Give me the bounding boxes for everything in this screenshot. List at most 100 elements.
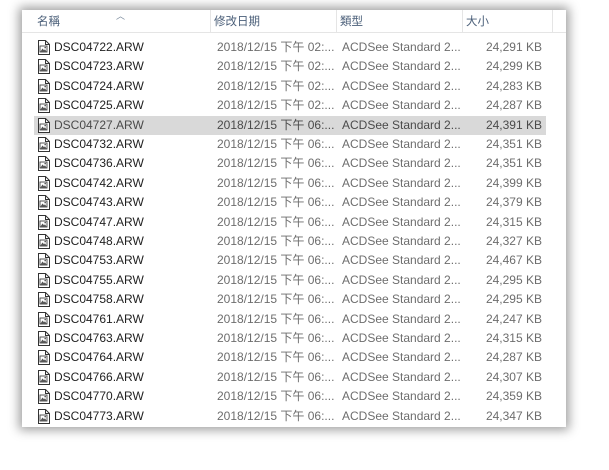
file-row[interactable]: DSC04770.ARW 2018/12/15 下午 06:... ACDSee S… [34, 387, 546, 406]
file-type: ACDSee Standard 2... [342, 234, 460, 248]
file-row[interactable]: DSC04743.ARW 2018/12/15 下午 06:... ACDSee S… [34, 193, 546, 212]
raw-image-file-icon [37, 389, 50, 405]
file-size: 24,327 KB [485, 234, 542, 248]
raw-image-file-icon [37, 408, 50, 424]
column-header-type[interactable]: 類型 [337, 10, 463, 32]
file-size: 24,379 KB [485, 195, 542, 210]
file-row[interactable]: DSC04748.ARW 2018/12/15 下午 06:... ACDSee S… [34, 232, 546, 251]
file-name: DSC04755.ARW [54, 272, 144, 287]
file-size: 24,283 KB [485, 78, 542, 93]
raw-image-file-icon [37, 234, 50, 249]
file-type: ACDSee Standard 2... [342, 292, 460, 307]
file-row[interactable]: DSC04736.ARW 2018/12/15 下午 06:... ACDSee S… [34, 154, 546, 173]
file-type: ACDSee Standard 2... [342, 137, 460, 151]
file-row[interactable]: DSC04723.ARW 2018/12/15 下午 02:... ACDSee S… [34, 57, 546, 76]
raw-image-file-icon [37, 311, 50, 327]
file-type: ACDSee Standard 2... [342, 98, 460, 113]
file-modified-date: 2018/12/15 下午 06:... [217, 311, 335, 326]
file-row[interactable]: DSC04766.ARW 2018/12/15 下午 06:... ACDSee S… [34, 368, 546, 387]
raw-image-file-icon [37, 272, 50, 288]
file-row[interactable]: DSC04758.ARW 2018/12/15 下午 06:... ACDSee S… [34, 290, 546, 309]
raw-image-file-icon [37, 117, 50, 133]
file-row[interactable]: DSC04742.ARW 2018/12/15 下午 06:... ACDSee S… [34, 174, 546, 193]
file-modified-date: 2018/12/15 下午 02:... [217, 40, 335, 54]
file-size: 24,287 KB [485, 98, 542, 113]
file-modified-date: 2018/12/15 下午 06:... [217, 117, 335, 132]
file-type: ACDSee Standard 2... [342, 40, 460, 54]
file-name: DSC04743.ARW [54, 195, 144, 210]
column-header-name[interactable]: 名稱 [34, 10, 211, 32]
file-modified-date: 2018/12/15 下午 06:... [217, 389, 335, 404]
raw-image-file-icon [37, 175, 50, 191]
file-name: DSC04770.ARW [54, 389, 144, 404]
raw-image-file-icon [37, 292, 50, 308]
raw-image-file-icon [37, 98, 50, 114]
file-row[interactable]: DSC04727.ARW 2018/12/15 下午 06:... ACDSee S… [34, 115, 546, 135]
file-row[interactable]: DSC04763.ARW 2018/12/15 下午 06:... ACDSee S… [34, 329, 546, 348]
file-type: ACDSee Standard 2... [342, 331, 460, 345]
file-name: DSC04723.ARW [54, 59, 144, 74]
raw-image-file-icon [37, 253, 50, 269]
file-row[interactable]: DSC04761.ARW 2018/12/15 下午 06:... ACDSee S… [34, 310, 546, 329]
file-type: ACDSee Standard 2... [342, 175, 460, 190]
file-name: DSC04742.ARW [54, 175, 144, 190]
file-name: DSC04758.ARW [54, 292, 144, 307]
file-name: DSC04763.ARW [54, 331, 144, 345]
file-row[interactable]: DSC04732.ARW 2018/12/15 下午 06:... ACDSee S… [34, 135, 546, 154]
file-row[interactable]: DSC04764.ARW 2018/12/15 下午 06:... ACDSee S… [34, 348, 546, 367]
file-name: DSC04732.ARW [54, 137, 144, 151]
file-modified-date: 2018/12/15 下午 06:... [217, 156, 335, 171]
file-size: 24,351 KB [485, 137, 542, 151]
file-type: ACDSee Standard 2... [342, 389, 460, 404]
file-size: 24,307 KB [485, 369, 542, 384]
file-list-window: ︿ 名稱 修改日期 類型 大小 DSC04722.ARW 2018/12/15 下… [22, 10, 566, 427]
file-size: 24,351 KB [485, 156, 542, 171]
file-size: 24,295 KB [485, 292, 542, 307]
raw-image-file-icon [37, 195, 50, 211]
file-modified-date: 2018/12/15 下午 06:... [217, 331, 335, 345]
file-row[interactable]: DSC04747.ARW 2018/12/15 下午 06:... ACDSee S… [34, 213, 546, 232]
raw-image-file-icon [37, 350, 50, 366]
column-header-date[interactable]: 修改日期 [211, 10, 337, 32]
file-modified-date: 2018/12/15 下午 06:... [217, 350, 335, 365]
file-row[interactable]: DSC04753.ARW 2018/12/15 下午 06:... ACDSee S… [34, 251, 546, 270]
file-name: DSC04766.ARW [54, 369, 144, 384]
file-name: DSC04724.ARW [54, 78, 144, 93]
file-size: 24,315 KB [485, 214, 542, 229]
file-size: 24,467 KB [485, 253, 542, 268]
file-modified-date: 2018/12/15 下午 06:... [217, 175, 335, 190]
file-modified-date: 2018/12/15 下午 06:... [217, 272, 335, 287]
file-type: ACDSee Standard 2... [342, 59, 460, 74]
column-header-size[interactable]: 大小 [463, 10, 553, 32]
file-name: DSC04722.ARW [54, 40, 144, 54]
file-row[interactable]: DSC04773.ARW 2018/12/15 下午 06:... ACDSee S… [34, 407, 546, 426]
file-name: DSC04727.ARW [54, 117, 144, 132]
file-row[interactable]: DSC04722.ARW 2018/12/15 下午 02:... ACDSee S… [34, 38, 546, 57]
file-row[interactable]: DSC04725.ARW 2018/12/15 下午 02:... ACDSee S… [34, 96, 546, 115]
file-type: ACDSee Standard 2... [342, 156, 460, 171]
file-size: 24,247 KB [485, 311, 542, 326]
file-row[interactable]: DSC04755.ARW 2018/12/15 下午 06:... ACDSee S… [34, 271, 546, 290]
raw-image-file-icon [37, 156, 50, 172]
file-name: DSC04736.ARW [54, 156, 144, 171]
file-size: 24,315 KB [485, 331, 542, 345]
file-modified-date: 2018/12/15 下午 06:... [217, 369, 335, 384]
file-type: ACDSee Standard 2... [342, 350, 460, 365]
file-size: 24,287 KB [485, 350, 542, 365]
file-row[interactable]: DSC04724.ARW 2018/12/15 下午 02:... ACDSee S… [34, 77, 546, 96]
file-modified-date: 2018/12/15 下午 02:... [217, 98, 335, 113]
raw-image-file-icon [37, 369, 50, 385]
file-modified-date: 2018/12/15 下午 02:... [217, 59, 335, 74]
file-size: 24,299 KB [485, 59, 542, 74]
file-size: 24,347 KB [485, 408, 542, 423]
file-size: 24,295 KB [485, 272, 542, 287]
file-type: ACDSee Standard 2... [342, 117, 460, 132]
file-modified-date: 2018/12/15 下午 06:... [217, 253, 335, 268]
file-modified-date: 2018/12/15 下午 06:... [217, 234, 335, 248]
file-modified-date: 2018/12/15 下午 06:... [217, 195, 335, 210]
file-type: ACDSee Standard 2... [342, 369, 460, 384]
file-name: DSC04725.ARW [54, 98, 144, 113]
file-name: DSC04753.ARW [54, 253, 144, 268]
file-name: DSC04748.ARW [54, 234, 144, 248]
file-type: ACDSee Standard 2... [342, 78, 460, 93]
